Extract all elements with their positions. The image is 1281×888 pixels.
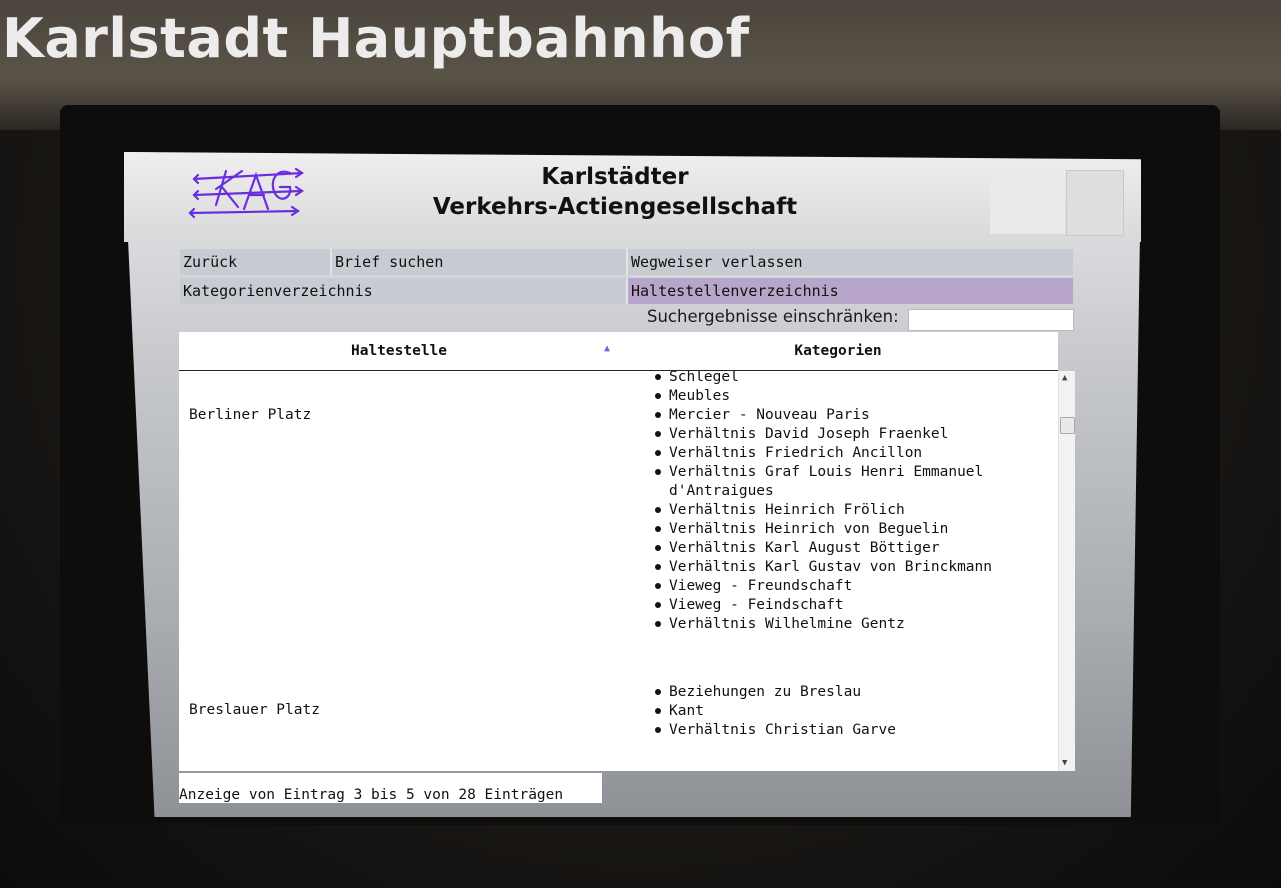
scroll-up-icon[interactable]: ▲ bbox=[1062, 373, 1067, 383]
filter-label: Suchergebnisse einschränken: bbox=[647, 307, 899, 326]
kvag-logo bbox=[188, 167, 304, 219]
category-item: Verhältnis Karl Gustav von Brinckmann bbox=[653, 558, 1049, 577]
results-table: Berliner Platz Schlegel Meubles Mercier … bbox=[179, 371, 1075, 771]
table-row[interactable]: Berliner Platz Schlegel Meubles Mercier … bbox=[179, 371, 1057, 656]
filter-input[interactable] bbox=[908, 309, 1074, 331]
category-item: Vieweg - Feindschaft bbox=[653, 596, 1049, 615]
category-item: Verhältnis Heinrich Frölich bbox=[653, 501, 1049, 520]
category-item: Verhältnis Karl August Böttiger bbox=[653, 539, 1049, 558]
organization-name-line2: Verkehrs-Actiengesellschaft bbox=[432, 194, 798, 220]
table-scrollbar[interactable]: ▲ ▼ bbox=[1058, 371, 1075, 771]
scroll-down-icon[interactable]: ▼ bbox=[1062, 758, 1067, 768]
leave-guide-button[interactable]: Wegweiser verlassen bbox=[628, 249, 1073, 275]
category-item: Verhältnis Heinrich von Beguelin bbox=[653, 520, 1049, 539]
category-list: Schlegel Meubles Mercier - Nouveau Paris… bbox=[653, 371, 1049, 634]
category-item: Verhältnis Graf Louis Henri Emmanuel d'A… bbox=[653, 463, 1049, 501]
table-header: Haltestelle Kategorien bbox=[179, 332, 1058, 371]
category-item: Verhältnis David Joseph Fraenkel bbox=[653, 425, 1049, 444]
organization-name-line1: Karlstädter bbox=[541, 164, 689, 190]
category-item: Schlegel bbox=[653, 371, 1049, 387]
column-header-stop[interactable]: Haltestelle bbox=[179, 332, 619, 370]
banner-corner-panel bbox=[990, 170, 1065, 234]
stop-name: Berliner Platz bbox=[189, 407, 312, 423]
stop-index-button[interactable]: Haltestellenverzeichnis bbox=[628, 278, 1073, 304]
stop-name: Breslauer Platz bbox=[189, 702, 320, 718]
sort-ascending-icon[interactable]: ▲ bbox=[604, 343, 610, 354]
back-button[interactable]: Zurück bbox=[180, 249, 332, 275]
scroll-thumb[interactable] bbox=[1060, 417, 1075, 434]
category-item: Verhältnis Christian Garve bbox=[653, 721, 1049, 740]
category-list: Beziehungen zu Breslau Kant Verhältnis C… bbox=[653, 683, 1049, 740]
category-item: Kant bbox=[653, 702, 1049, 721]
category-item: Mercier - Nouveau Paris bbox=[653, 406, 1049, 425]
category-item: Meubles bbox=[653, 387, 1049, 406]
banner-corner-button bbox=[1066, 170, 1124, 236]
category-item: Beziehungen zu Breslau bbox=[653, 683, 1049, 702]
table-row[interactable]: Breslauer Platz Beziehungen zu Breslau K… bbox=[179, 671, 1057, 771]
category-index-button[interactable]: Kategorienverzeichnis bbox=[180, 278, 628, 304]
pagination-info: Anzeige von Eintrag 3 bis 5 von 28 Eintr… bbox=[179, 773, 602, 803]
column-header-categories[interactable]: Kategorien bbox=[619, 332, 1057, 370]
search-letter-button[interactable]: Brief suchen bbox=[332, 249, 628, 275]
category-item: Vieweg - Freundschaft bbox=[653, 577, 1049, 596]
category-item: Verhältnis Wilhelmine Gentz bbox=[653, 615, 1049, 634]
page-title: Karlstadt Hauptbahnhof bbox=[2, 7, 750, 70]
category-item: Verhältnis Friedrich Ancillon bbox=[653, 444, 1049, 463]
organization-name: Karlstädter Verkehrs-Actiengesellschaft bbox=[395, 162, 835, 222]
